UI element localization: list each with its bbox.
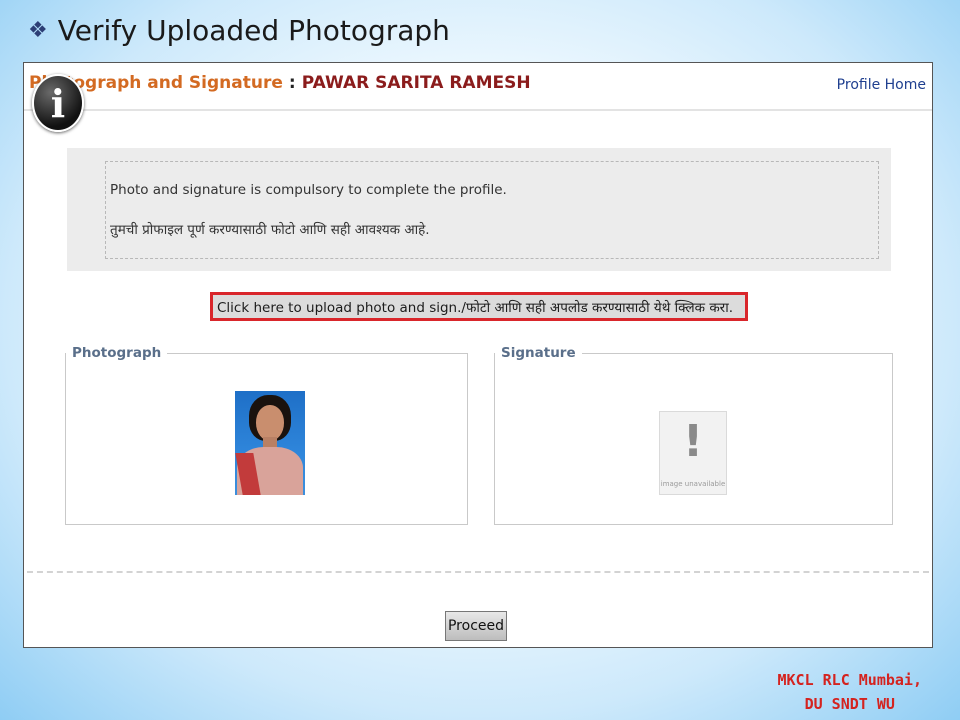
browser-content-frame: Photograph and Signature: PAWAR SARITA RA… [23,62,933,648]
page-header: Photograph and Signature: PAWAR SARITA RA… [24,63,932,111]
page-title-separator: : [288,73,296,93]
dashed-divider [27,571,929,573]
image-unavailable-caption: image unavailable [660,479,726,488]
footer-line1: MKCL RLC Mumbai, [777,671,923,689]
info-notice-inner: Photo and signature is compulsory to com… [105,161,879,259]
page-title: Photograph and Signature: PAWAR SARITA RA… [29,73,531,93]
info-text-english: Photo and signature is compulsory to com… [110,182,507,198]
info-icon: i [32,74,84,132]
image-unavailable-icon: ! image unavailable [659,411,727,495]
diamond-bullet-icon: ❖ [28,17,48,43]
photograph-panel: Photograph [65,345,468,525]
slide-title-text: Verify Uploaded Photograph [57,14,450,47]
signature-legend: Signature [501,345,576,361]
candidate-name: PAWAR SARITA RAMESH [301,73,531,93]
info-text-marathi: तुमची प्रोफाइल पूर्ण करण्यासाठी फोटो आणि… [110,222,430,238]
upload-photo-sign-link[interactable]: Click here to upload photo and sign./फोट… [210,292,748,321]
profile-home-link[interactable]: Profile Home [837,77,926,93]
proceed-button[interactable]: Proceed [445,611,507,641]
photograph-legend: Photograph [72,345,162,361]
slide-title: ❖ Verify Uploaded Photograph [28,14,450,47]
signature-panel: Signature ! image unavailable [494,345,893,525]
footer-line2: DU SNDT WU [804,695,895,713]
info-notice: Photo and signature is compulsory to com… [67,148,891,271]
exclamation-icon: ! [682,416,704,467]
footer-credit: MKCL RLC Mumbai, DU SNDT WU [778,668,923,716]
uploaded-photo [235,391,305,495]
